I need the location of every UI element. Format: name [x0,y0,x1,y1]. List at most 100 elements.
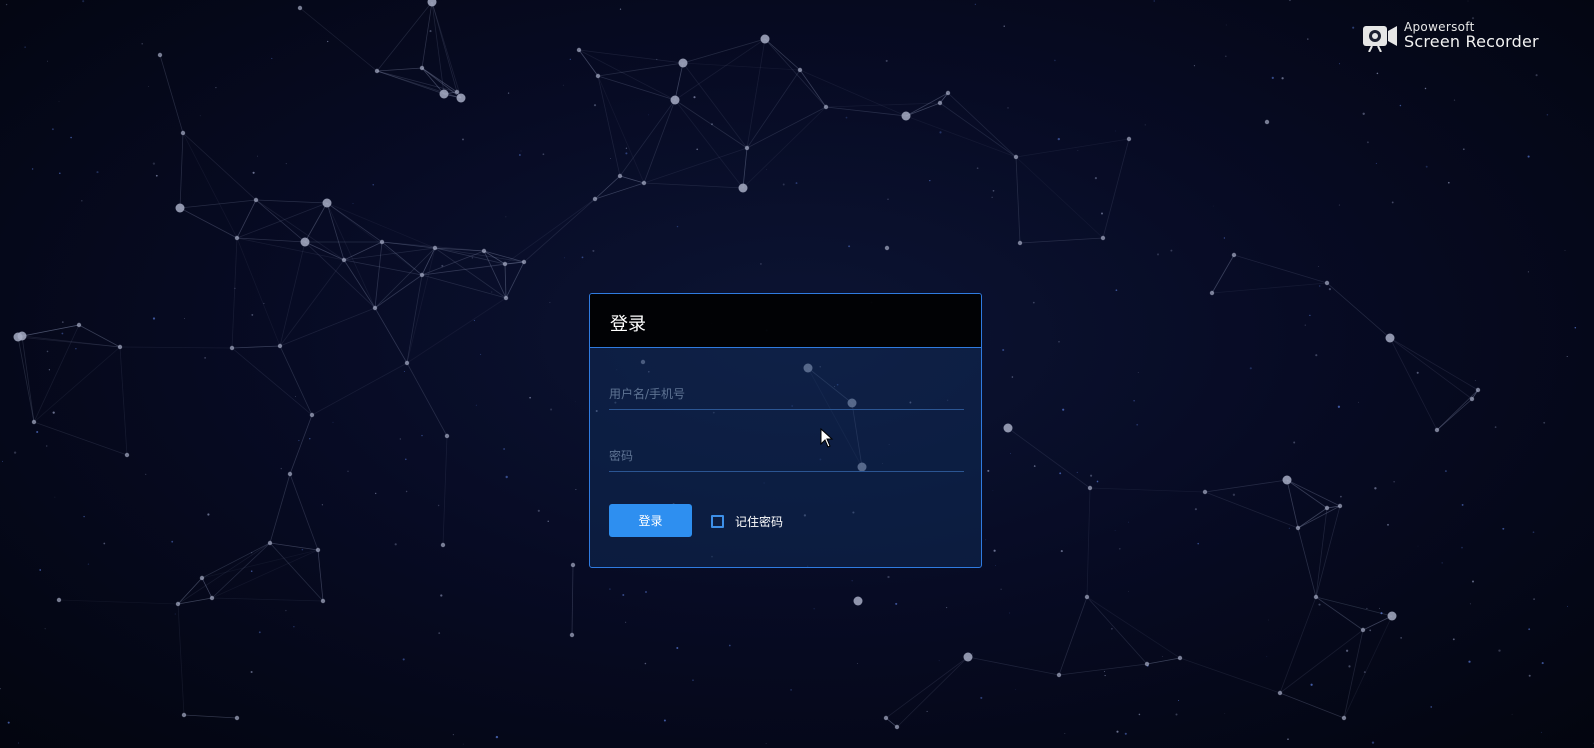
star-dot [1288,527,1290,529]
network-node [1202,489,1208,495]
network-link [159,54,184,134]
network-node [1017,240,1023,246]
star-dot [542,153,545,156]
network-node [595,73,601,79]
star-dot [70,136,72,139]
star-dot [1014,689,1016,691]
network-node [797,67,803,73]
network-link [1233,254,1328,284]
star-dot [399,438,401,440]
star-dot [610,158,611,159]
star-dot [61,332,64,335]
network-link [504,263,507,299]
star-dot [1133,400,1135,402]
login-button[interactable]: 登录 [609,504,692,537]
network-link [764,38,801,71]
star-dot [1076,471,1078,473]
network-link [742,106,827,189]
star-dot [1366,141,1369,144]
star-dot [1138,713,1141,716]
network-link [1015,156,1021,244]
network-link [326,202,345,261]
star-dot [1461,546,1463,549]
network-node [1126,136,1132,142]
network-node [617,173,623,179]
star-dot [61,321,64,323]
star-dot [475,404,477,406]
username-input[interactable] [609,380,964,408]
star-dot [1137,372,1139,373]
network-link [255,199,306,243]
star-dot [1096,480,1099,483]
network-link [619,175,645,184]
star-dot [301,548,304,551]
network-link [231,345,281,349]
star-dot [103,542,106,545]
star-dot [1387,523,1389,526]
network-link [947,92,1017,158]
star-dot [1062,408,1065,411]
star-dot [480,353,482,355]
username-field-wrapper [609,380,964,410]
remember-password-toggle[interactable]: 记住密码 [711,512,783,530]
network-link [905,102,941,117]
star-dot [1224,55,1227,58]
star-dot [550,408,553,411]
network-node [1295,525,1301,531]
network-link [643,99,676,184]
network-link [179,132,184,209]
remember-password-checkbox[interactable] [711,514,724,528]
network-link [1315,507,1328,598]
password-input[interactable] [609,442,964,470]
network-link [421,274,507,299]
network-node [1177,655,1183,661]
network-link [177,542,271,605]
network-node [419,65,425,71]
network-node [576,47,582,53]
network-link [1436,389,1479,431]
network-link [304,241,345,261]
network-node [1313,594,1319,600]
network-node [440,542,446,548]
network-link [17,336,35,423]
star-dot [1469,603,1471,605]
star-dot [1090,474,1093,477]
network-link [1297,527,1317,598]
network-node [379,239,385,245]
star-dot [31,168,34,170]
network-node [641,180,647,186]
star-dot [562,84,564,86]
star-dot [332,421,334,423]
star-dot [1115,130,1116,132]
star-dot [1447,181,1450,184]
star-dot [845,116,848,119]
star-dot [83,515,85,518]
star-dot [1471,17,1475,20]
star-dot [199,115,201,117]
star-dot [1340,495,1342,498]
network-node [117,344,123,350]
star-dot [991,196,993,198]
star-dot [1371,741,1375,744]
star-dot [81,199,83,202]
star-dot [1430,706,1432,708]
network-link [269,542,319,551]
star-dot [939,131,942,134]
network-link [1286,479,1299,529]
network-link [119,346,128,456]
star-dot [147,86,149,88]
network-node [1231,252,1237,258]
star-dot [1564,250,1566,252]
star-dot [1115,289,1118,292]
network-link [374,307,408,364]
network-link [504,198,596,265]
star-dot [1362,112,1365,115]
network-link [619,99,676,177]
network-link [183,714,238,719]
star-dot [1318,603,1321,606]
network-node [884,245,890,251]
network-link [236,199,257,239]
star-dot [1400,637,1402,639]
network-link [201,542,271,579]
star-dot [321,504,323,506]
